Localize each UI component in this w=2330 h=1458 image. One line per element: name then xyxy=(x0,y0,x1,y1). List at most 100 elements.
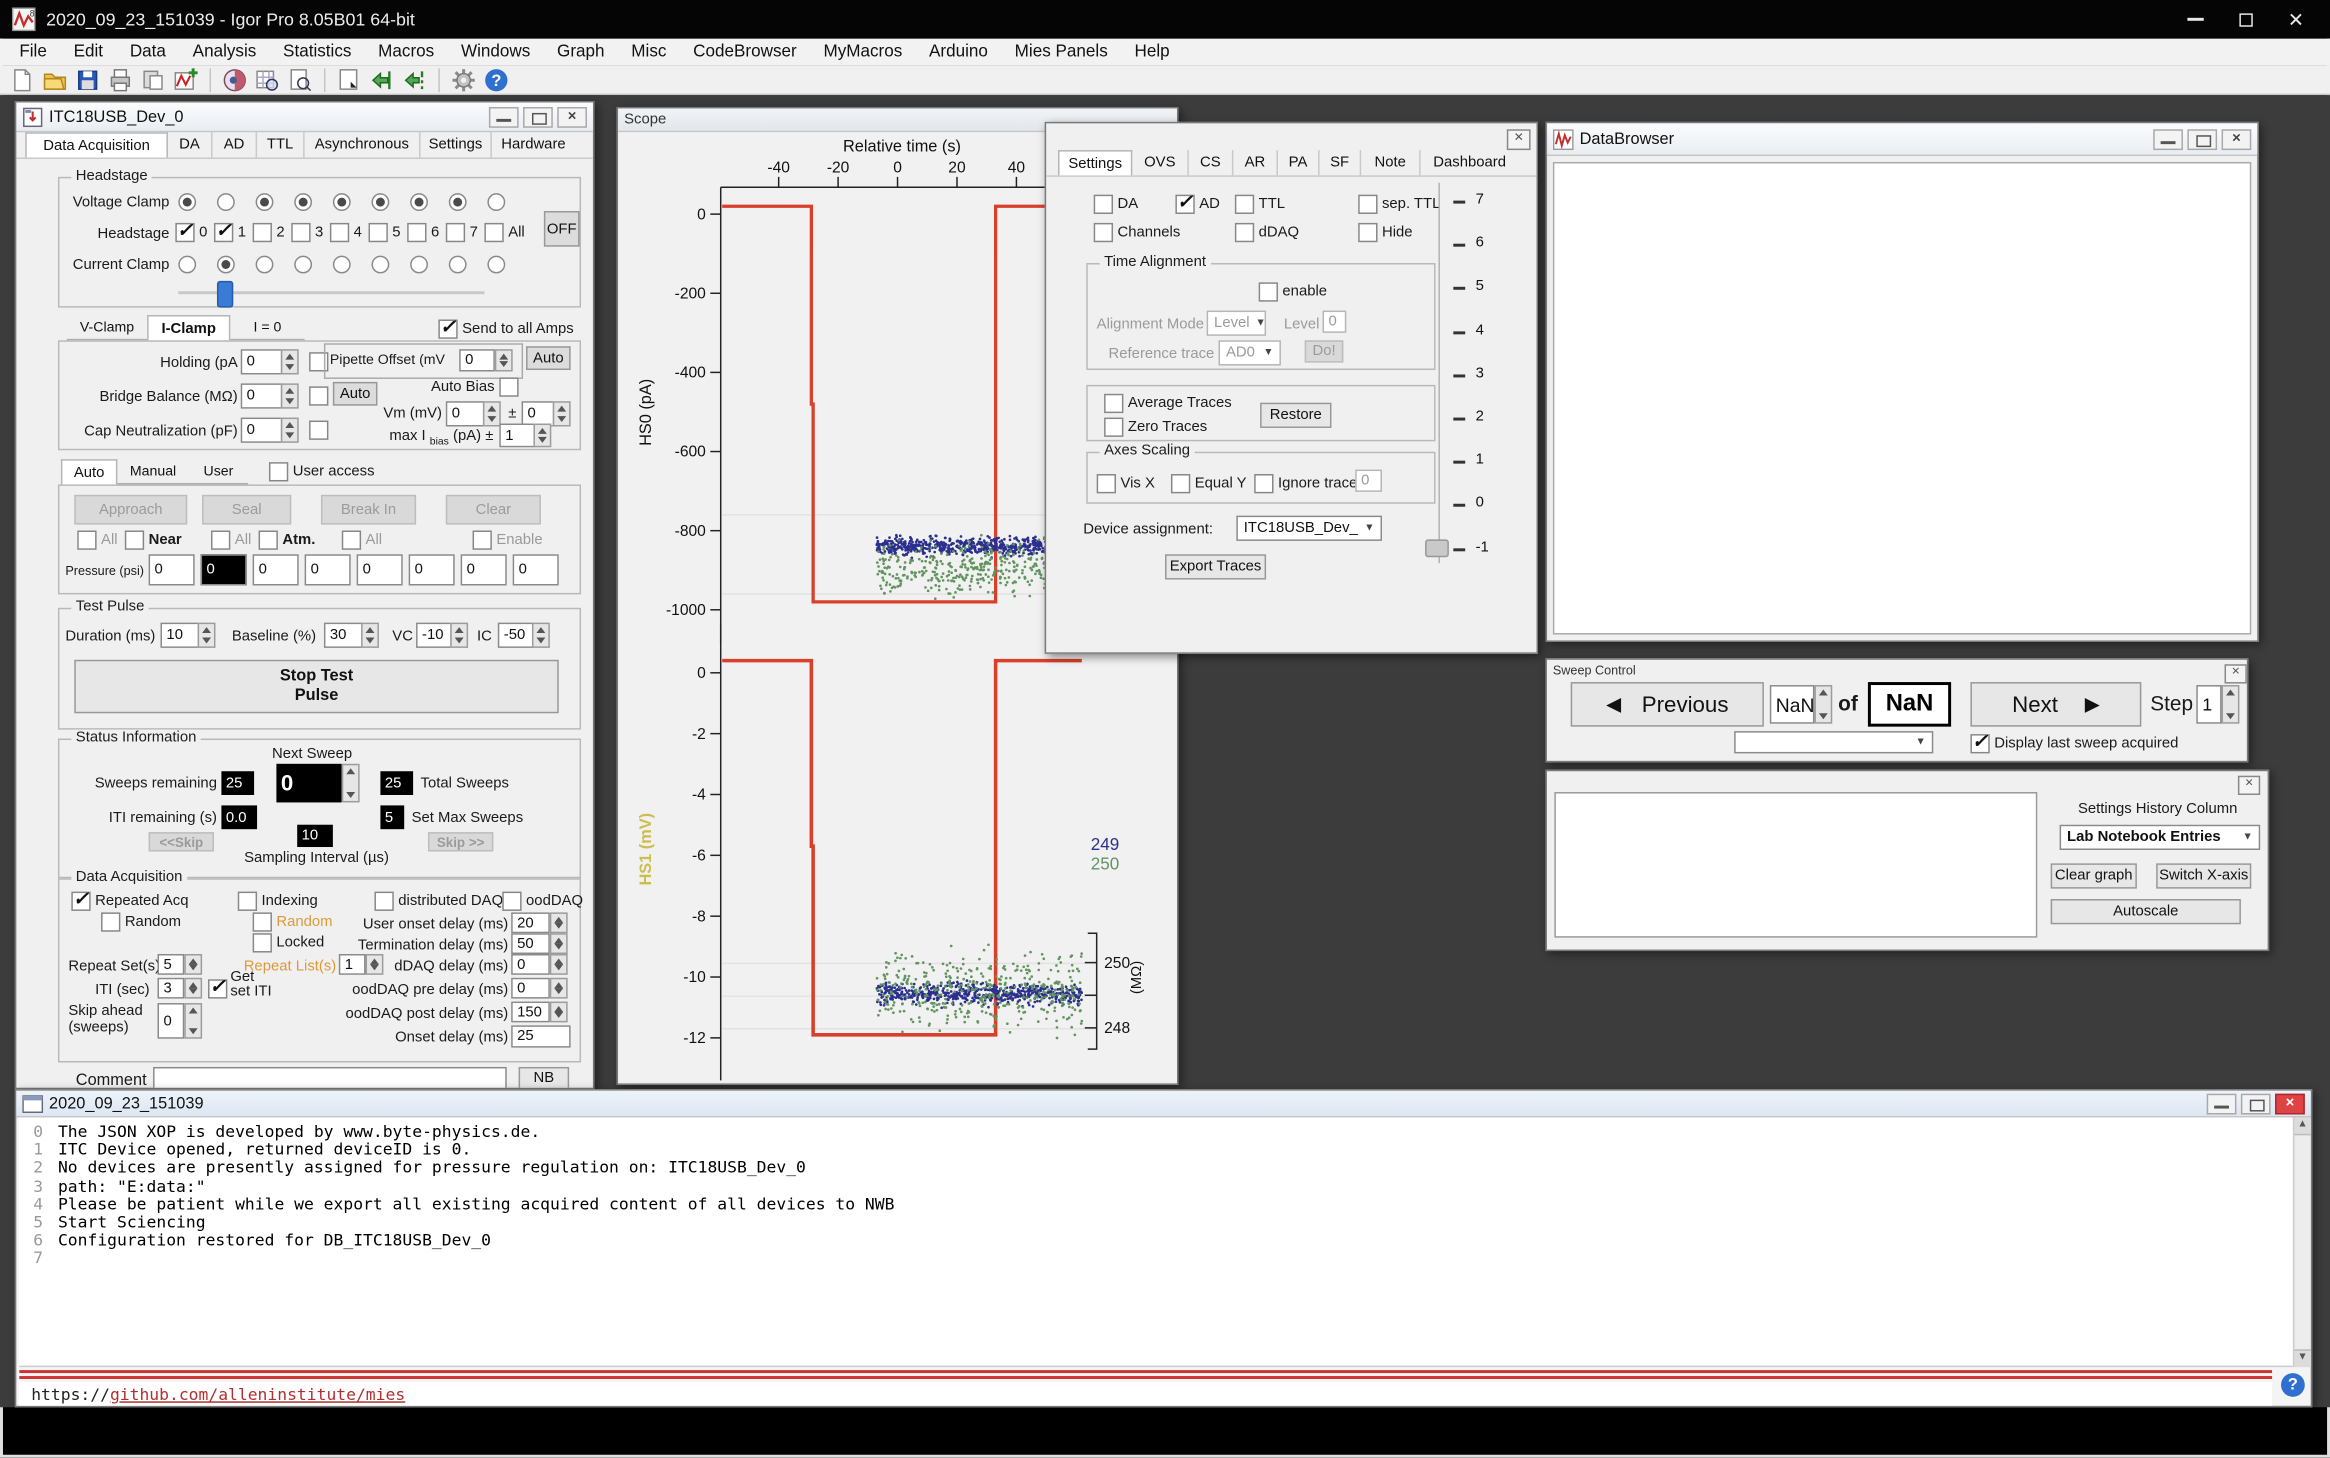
restore-button[interactable]: Restore xyxy=(1260,403,1331,428)
print-icon[interactable] xyxy=(107,66,134,93)
pipette-offset-spinner[interactable] xyxy=(495,349,513,371)
seal-all-checkbox[interactable]: All xyxy=(211,531,251,550)
history-panel-icon[interactable]: ✕ xyxy=(2238,776,2260,795)
bridge-balance-spinner[interactable] xyxy=(281,383,299,408)
skip-back-button[interactable]: <<Skip xyxy=(149,832,214,851)
app-close-button[interactable]: ✕ xyxy=(2274,4,2319,34)
enable-checkbox[interactable]: Enable xyxy=(473,531,543,550)
export-traces-button[interactable]: Export Traces xyxy=(1165,554,1266,579)
duration-spinner[interactable] xyxy=(198,623,216,648)
headstage-check-all[interactable]: All xyxy=(484,223,524,242)
pressure-field-6[interactable]: 0 xyxy=(461,554,507,585)
tab-bs-note[interactable]: Note xyxy=(1361,150,1420,175)
headstage-check-5[interactable]: 5 xyxy=(369,223,401,242)
vc-radio-7[interactable] xyxy=(449,193,467,211)
new-experiment-icon[interactable] xyxy=(9,66,36,93)
next-sweep-spinner[interactable] xyxy=(342,764,360,803)
panel-close-button[interactable]: × xyxy=(557,106,587,127)
distributed-daq-checkbox[interactable]: distributed DAQ xyxy=(374,892,503,911)
ignore-traces-checkbox[interactable]: Ignore traces xyxy=(1254,474,1365,493)
vc-spinner[interactable] xyxy=(450,623,468,648)
tab-bs-settings[interactable]: Settings xyxy=(1058,150,1132,175)
approach-all-checkbox[interactable]: All xyxy=(77,531,117,550)
pressure-field-7[interactable]: 0 xyxy=(513,554,559,585)
pressure-field-2[interactable]: 0 xyxy=(253,554,299,585)
vc-radio-1[interactable] xyxy=(217,193,235,211)
tab-bs-ovs[interactable]: OVS xyxy=(1132,150,1188,175)
time-alignment-enable-checkbox[interactable]: enable xyxy=(1259,282,1327,301)
autoscale-button[interactable]: Autoscale xyxy=(2051,899,2241,924)
equal-y-checkbox[interactable]: Equal Y xyxy=(1171,474,1247,493)
locked-checkbox[interactable]: Locked xyxy=(253,933,325,952)
cc-radio-4[interactable] xyxy=(333,256,351,274)
approach-button[interactable]: Approach xyxy=(74,495,187,525)
tab-data-acquisition[interactable]: Data Acquisition xyxy=(25,132,168,157)
cap-neutralization-field[interactable]: 0 xyxy=(241,418,283,443)
tab-ttl[interactable]: TTL xyxy=(257,132,305,157)
breakin-all-checkbox[interactable]: All xyxy=(342,531,382,550)
tab-pressure-manual[interactable]: Manual xyxy=(117,459,188,484)
step-field[interactable]: 1 xyxy=(2196,685,2221,724)
igor-sphere-icon[interactable] xyxy=(221,66,248,93)
ooddaq-post-delay-spinner[interactable] xyxy=(550,1002,568,1023)
db-maximize-button[interactable] xyxy=(2187,129,2217,150)
settings-gear-icon[interactable] xyxy=(450,66,477,93)
repeat-set-spinner[interactable] xyxy=(184,954,202,975)
step-over-icon[interactable] xyxy=(401,66,428,93)
level-field[interactable]: 0 xyxy=(1323,311,1347,333)
vc-radio-0[interactable] xyxy=(178,193,196,211)
repeated-acq-checkbox[interactable]: Repeated Acq xyxy=(71,892,188,911)
channel-slider-thumb[interactable] xyxy=(1425,539,1449,557)
headstage-check-4[interactable]: 4 xyxy=(330,223,362,242)
bs-ddaq-checkbox[interactable]: dDAQ xyxy=(1235,223,1299,242)
current-sweep-spinner[interactable] xyxy=(1814,685,1832,724)
bs-channels-checkbox[interactable]: Channels xyxy=(1094,223,1181,242)
table-browse-icon[interactable] xyxy=(254,66,281,93)
menu-mies-panels[interactable]: Mies Panels xyxy=(1001,43,1121,61)
sweep-control-close-button[interactable]: ✕ xyxy=(2225,664,2247,683)
tab-bs-sf[interactable]: SF xyxy=(1320,150,1362,175)
duration-field[interactable]: 10 xyxy=(160,623,199,648)
previous-sweep-button[interactable]: ◀Previous xyxy=(1571,682,1764,727)
headstage-check-3[interactable]: 3 xyxy=(291,223,323,242)
termination-delay-field[interactable]: 50 xyxy=(511,933,550,954)
baseline-field[interactable]: 30 xyxy=(324,623,363,648)
get-set-iti-checkbox[interactable] xyxy=(208,979,227,998)
databrowser-titlebar[interactable]: DataBrowser × xyxy=(1547,123,2257,156)
tab-da[interactable]: DA xyxy=(168,132,213,157)
onset-delay-field[interactable]: 25 xyxy=(511,1025,570,1047)
ddaq-delay-field[interactable]: 0 xyxy=(511,954,550,975)
step-into-icon[interactable] xyxy=(369,66,396,93)
display-last-sweep-checkbox[interactable]: Display last sweep acquired xyxy=(1970,734,2178,753)
max-i-bias-spinner[interactable] xyxy=(533,424,551,448)
db-close-button[interactable]: × xyxy=(2222,129,2252,150)
command-titlebar[interactable]: 2020_09_23_151039 × xyxy=(16,1091,2310,1118)
menu-arduino[interactable]: Arduino xyxy=(916,43,1002,61)
settings-close-button[interactable]: ✕ xyxy=(1507,129,1531,150)
vc-radio-4[interactable] xyxy=(333,193,351,211)
atm-checkbox[interactable]: Atm. xyxy=(259,531,316,550)
vm-tol-spinner[interactable] xyxy=(553,401,571,426)
save-icon[interactable] xyxy=(74,66,101,93)
tab-i-equals-0[interactable]: I = 0 xyxy=(230,315,304,340)
db-minimize-button[interactable] xyxy=(2153,129,2183,150)
pressure-field-3[interactable]: 0 xyxy=(305,554,351,585)
bs-hide-checkbox[interactable]: Hide xyxy=(1358,223,1412,242)
vm-field[interactable]: 0 xyxy=(446,401,485,426)
bridge-balance-checkbox[interactable] xyxy=(309,386,328,405)
cc-radio-7[interactable] xyxy=(449,256,467,274)
baseline-spinner[interactable] xyxy=(361,623,379,648)
page-browse-icon[interactable] xyxy=(287,66,314,93)
menu-help[interactable]: Help xyxy=(1121,43,1183,61)
indexing-random-checkbox[interactable]: Random xyxy=(253,912,333,931)
cc-radio-6[interactable] xyxy=(410,256,428,274)
holding-spinner[interactable] xyxy=(281,349,299,374)
iti-sec-field[interactable]: 3 xyxy=(158,978,185,999)
tab-ad[interactable]: AD xyxy=(212,132,257,157)
nb-button[interactable]: NB xyxy=(519,1067,570,1089)
menu-data[interactable]: Data xyxy=(116,43,179,61)
cap-neutralization-spinner[interactable] xyxy=(281,418,299,443)
user-access-checkbox[interactable]: User access xyxy=(269,462,375,481)
zero-traces-checkbox[interactable]: Zero Traces xyxy=(1104,418,1207,437)
cap-neutralization-checkbox[interactable] xyxy=(309,421,328,440)
